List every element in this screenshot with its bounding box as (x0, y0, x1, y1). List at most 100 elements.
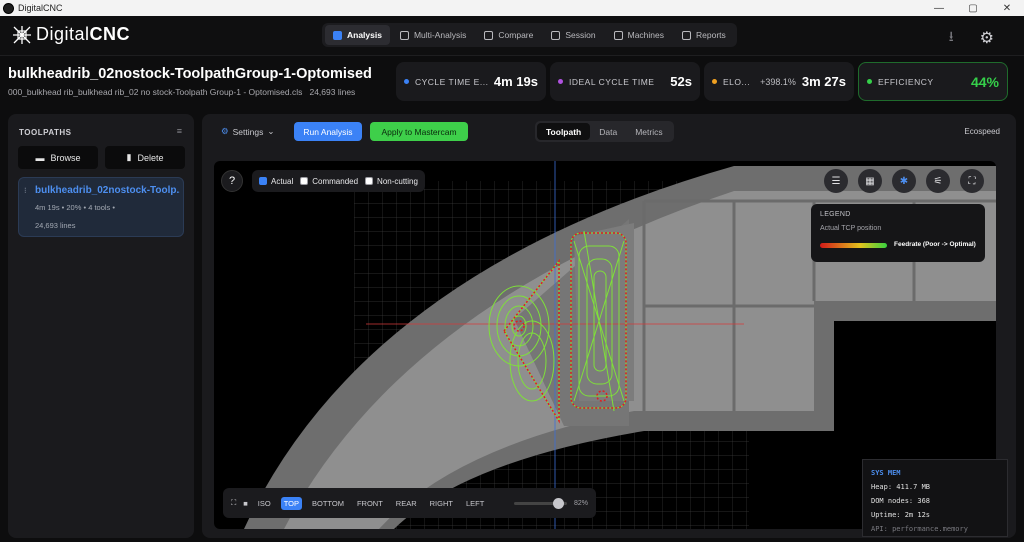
tab-reports[interactable]: Reports (674, 25, 734, 45)
checkbox-icon[interactable] (300, 176, 309, 185)
legend-scale-label: Feedrate (Poor -> Optimal) (894, 241, 976, 248)
view-right[interactable]: RIGHT (427, 497, 456, 510)
slider-value: 82% (573, 499, 588, 507)
sysmem-uptime: Uptime: 2m 12s (871, 511, 931, 519)
status-dot-icon (558, 79, 563, 84)
toolpath-list-item[interactable]: ⁝ bulkheadrib_02nostock-Toolp... 4m 19s … (18, 177, 184, 237)
view-top[interactable]: TOP (280, 496, 302, 510)
file-icon: ⁝ (24, 186, 27, 195)
analysis-toolbar: ⚙ Settings ⌄ Run Analysis Apply to Maste… (202, 114, 1016, 150)
view-front[interactable]: FRONT (354, 497, 386, 510)
brand-logo: Digital CNC (12, 24, 130, 45)
browse-button[interactable]: ▬ Browse (18, 146, 98, 169)
machine-profile: Ecospeed (964, 127, 1000, 136)
path-filters: Actual Commanded Non-cutting (252, 170, 425, 192)
metric-value: 3m 27s (801, 74, 846, 89)
tab-compare[interactable]: Compare (476, 25, 541, 45)
help-icon[interactable]: ? (221, 170, 243, 192)
viewport-tools: ☰ ▦ ✱ ⚟ ⛶ (824, 169, 984, 193)
metric-efficiency: EFFICIENCY 44% (858, 62, 1008, 101)
tab-metrics[interactable]: Metrics (626, 123, 671, 140)
folder-icon: ▬ (35, 152, 45, 163)
metric-elo: ELO... +398.1% 3m 27s (704, 62, 854, 101)
main-nav: Analysis Multi-Analysis Compare Session … (322, 23, 737, 47)
legend-title: LEGEND (820, 211, 851, 218)
analysis-icon (333, 30, 342, 40)
delete-button[interactable]: ▮ Delete (105, 146, 185, 169)
reports-icon (682, 30, 692, 40)
filter-non-cutting[interactable]: Non-cutting (365, 176, 418, 186)
status-dot-icon (712, 79, 717, 84)
sidebar-heading: TOOLPATHS (19, 128, 72, 137)
tab-machines[interactable]: Machines (606, 25, 672, 45)
trash-icon: ▮ (126, 152, 132, 162)
toolpath-title: bulkheadrib_02nostock-Toolp... (35, 185, 180, 196)
project-file: 000_bulkhead rib_bulkhead rib_02 no stoc… (8, 87, 303, 97)
status-dot-icon (404, 79, 409, 84)
brand-suffix: CNC (89, 24, 131, 44)
logo-mark-icon (13, 25, 31, 44)
machines-icon (613, 30, 623, 40)
maximize-button[interactable]: ▢ (956, 3, 990, 14)
project-subtitle: 000_bulkhead rib_bulkhead rib_02 no stoc… (8, 87, 355, 97)
tab-multi-analysis[interactable]: Multi-Analysis (392, 25, 474, 45)
list-icon[interactable]: ☰ (824, 169, 848, 193)
sysmem-dom: DOM nodes: 368 (871, 497, 931, 505)
tab-toolpath[interactable]: Toolpath (537, 123, 591, 140)
metric-cycle-time: CYCLE TIME E... 4m 19s (396, 62, 546, 101)
tab-session[interactable]: Session (543, 25, 603, 45)
slider-handle[interactable] (552, 497, 564, 509)
filter-commanded[interactable]: Commanded (300, 176, 358, 186)
sliders-icon[interactable]: ⚟ (926, 169, 950, 193)
multi-analysis-icon (399, 30, 409, 40)
toolpath-lines: 24,693 lines (35, 221, 76, 230)
checkbox-checked-icon[interactable] (259, 176, 267, 185)
part-model-icon[interactable]: ✱ (892, 169, 916, 193)
grid-icon[interactable]: ▦ (858, 169, 882, 193)
session-icon (551, 30, 561, 40)
sort-icon[interactable]: ≡ (177, 126, 182, 136)
metric-value: 44% (970, 73, 999, 90)
toolpaths-sidebar: TOOLPATHS ≡ ▬ Browse ▮ Delete ⁝ bulkheadri… (8, 114, 194, 538)
project-lines: 24,693 lines (309, 87, 356, 97)
opacity-slider[interactable] (514, 497, 567, 509)
window-title: DigitalCNC (18, 3, 63, 13)
pocket-floor-right (574, 223, 634, 401)
apply-to-mastercam-button[interactable]: Apply to Mastercam (370, 122, 468, 141)
sys-mem-panel: SYS MEM Heap: 411.7 MB DOM nodes: 368 Up… (862, 459, 1008, 537)
view-tabs: Toolpath Data Metrics (535, 121, 674, 142)
app-icon (3, 2, 14, 14)
minimize-button[interactable]: — (922, 3, 956, 14)
run-analysis-button[interactable]: Run Analysis (294, 122, 362, 141)
download-icon[interactable]: ⭳ (949, 26, 954, 50)
compare-icon (484, 30, 494, 40)
window-titlebar: DigitalCNC — ▢ ✕ (0, 0, 1024, 16)
chevron-down-icon: ⌄ (267, 126, 275, 136)
sysmem-api: API: performance.memory (871, 525, 968, 533)
view-controls: ⛶ ■ ISO TOP BOTTOM FRONT REAR RIGHT LEFT… (223, 488, 596, 518)
tab-data[interactable]: Data (590, 123, 626, 140)
metric-value: 4m 19s (493, 74, 538, 89)
filter-actual[interactable]: Actual (259, 176, 293, 186)
top-bar: Digital CNC Analysis Multi-Analysis Compa… (0, 16, 1024, 56)
page-title: bulkheadrib_02nostock-ToolpathGroup-1-Op… (8, 66, 372, 82)
view-left[interactable]: LEFT (463, 497, 487, 510)
sysmem-heap: Heap: 411.7 MB (871, 483, 931, 491)
tab-analysis[interactable]: Analysis (325, 25, 390, 45)
close-button[interactable]: ✕ (990, 3, 1024, 14)
feedrate-gradient-bar (820, 243, 887, 248)
toolpath-meta: 4m 19s • 20% • 4 tools • (35, 203, 115, 212)
status-dot-icon (867, 79, 872, 84)
view-bottom[interactable]: BOTTOM (309, 497, 347, 510)
gear-icon[interactable]: ⚙ (980, 28, 994, 48)
fullscreen-icon[interactable]: ⛶ (960, 169, 984, 193)
view-rear[interactable]: REAR (393, 497, 420, 510)
fit-view-icon[interactable]: ⛶ (231, 498, 236, 508)
checkbox-icon[interactable] (365, 176, 374, 185)
view-iso[interactable]: ISO (255, 497, 274, 510)
brand-prefix: Digital (36, 24, 90, 44)
settings-dropdown[interactable]: ⚙ Settings ⌄ (221, 126, 274, 137)
camera-icon[interactable]: ■ (243, 499, 248, 508)
metric-delta: +398.1% (760, 76, 796, 87)
gear-icon: ⚙ (221, 126, 229, 136)
